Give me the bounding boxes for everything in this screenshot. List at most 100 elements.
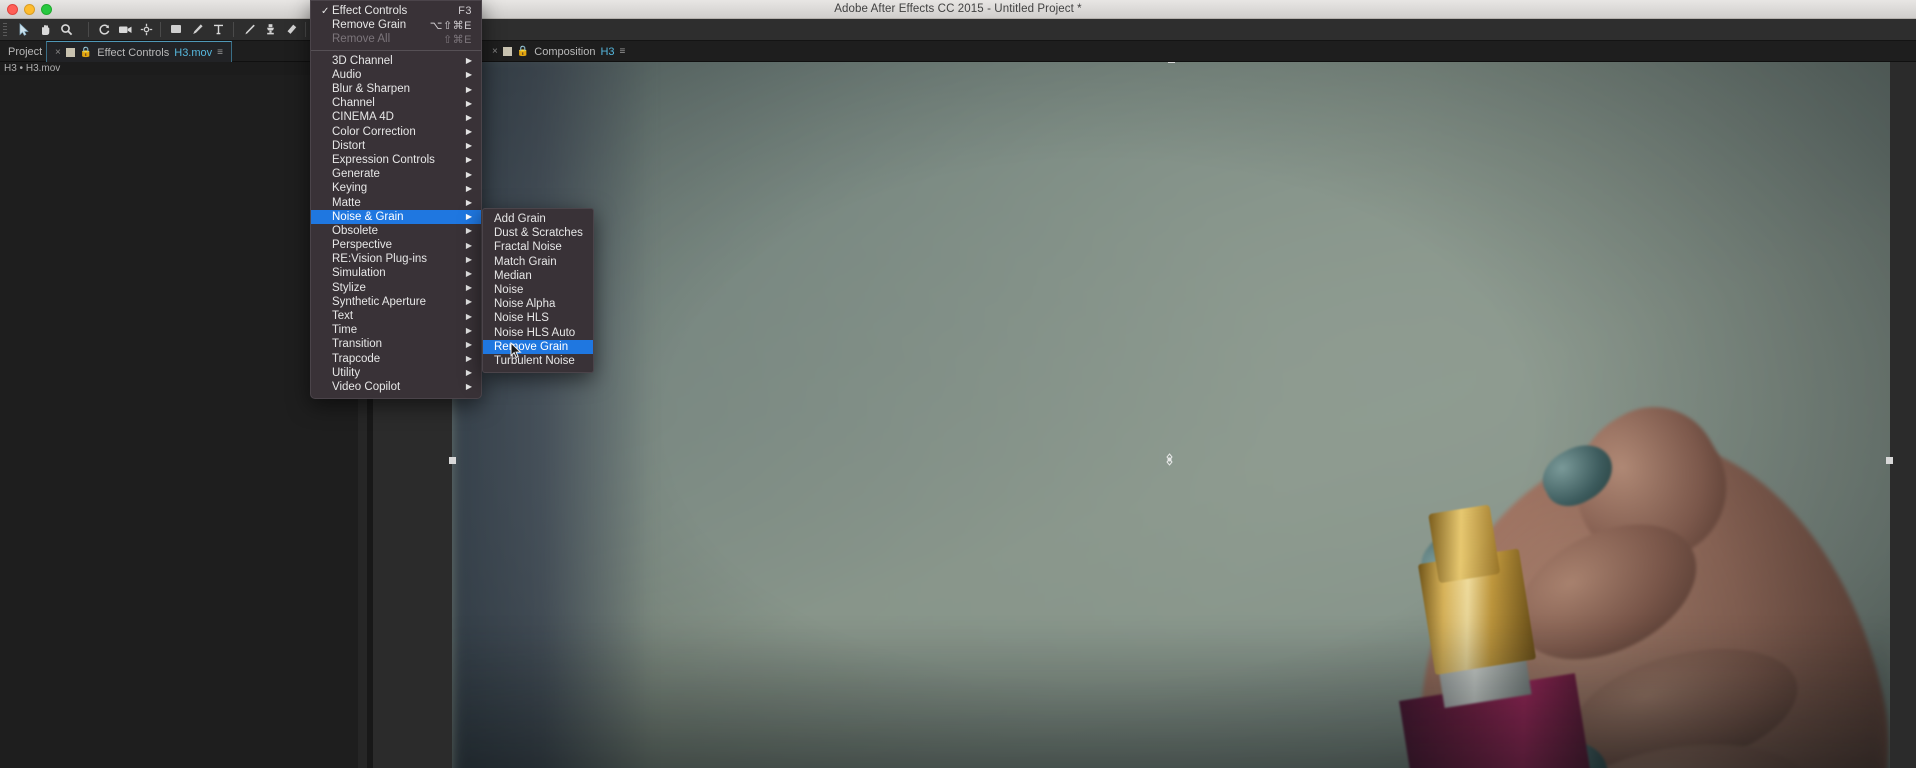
chevron-right-icon: ▶ xyxy=(465,56,472,66)
clone-stamp-tool[interactable] xyxy=(260,19,281,40)
menu-item-time[interactable]: Time ▶ xyxy=(311,323,481,337)
submenu-item-add-grain[interactable]: Add Grain xyxy=(483,212,593,226)
menu-item-generate[interactable]: Generate ▶ xyxy=(311,167,481,181)
tab-effect-controls[interactable]: × 🔒 Effect Controls H3.mov ≡ xyxy=(46,41,232,63)
panel-menu-icon[interactable]: ≡ xyxy=(217,47,223,58)
menu-item-remove-all: Remove All ⇧⌘E xyxy=(311,32,481,46)
menu-item-label: Remove All xyxy=(332,33,391,46)
comp-swatch xyxy=(502,47,512,56)
checkmark-icon: ✓ xyxy=(321,5,330,17)
chevron-right-icon: ▶ xyxy=(465,339,472,349)
submenu-item-fractal-noise[interactable]: Fractal Noise xyxy=(483,240,593,254)
menu-item-re-vision-plug-ins[interactable]: RE:Vision Plug-ins ▶ xyxy=(311,252,481,266)
menu-item-label: Remove Grain xyxy=(332,19,407,32)
camera-tool[interactable] xyxy=(115,19,136,40)
menu-item-remove-grain[interactable]: Remove Grain ⌥⇧⌘E xyxy=(311,18,481,32)
video-frame: WILD MADAGASCAR VANILLA xyxy=(452,62,1890,768)
menu-item-label: Generate xyxy=(332,168,380,181)
close-icon[interactable]: × xyxy=(492,46,498,57)
menu-item-text[interactable]: Text ▶ xyxy=(311,309,481,323)
menu-item-perspective[interactable]: Perspective ▶ xyxy=(311,238,481,252)
chevron-right-icon: ▶ xyxy=(465,183,472,193)
submenu-item-label: Median xyxy=(494,269,532,282)
submenu-item-noise-hls-auto[interactable]: Noise HLS Auto xyxy=(483,326,593,340)
menu-item-shortcut: F3 xyxy=(458,5,472,18)
menu-item-distort[interactable]: Distort ▶ xyxy=(311,139,481,153)
zoom-tool[interactable] xyxy=(56,19,77,40)
menu-item-noise-grain[interactable]: Noise & Grain ▶ xyxy=(311,209,481,224)
selection-handle-right[interactable] xyxy=(1886,457,1893,464)
menu-item-label: Expression Controls xyxy=(332,153,435,166)
menu-item-label: Audio xyxy=(332,68,362,81)
effect-menu[interactable]: ✓ Effect Controls F3 Remove Grain ⌥⇧⌘E Remove… xyxy=(310,0,482,400)
pan-behind-tool[interactable] xyxy=(136,19,157,40)
menu-item-audio[interactable]: Audio ▶ xyxy=(311,68,481,82)
menu-item-color-correction[interactable]: Color Correction ▶ xyxy=(311,125,481,139)
noise-and-grain-submenu[interactable]: Add Grain Dust & Scratches Fractal Noise Ma… xyxy=(482,208,594,374)
menu-item-obsolete[interactable]: Obsolete ▶ xyxy=(311,224,481,238)
selection-handle-left[interactable] xyxy=(449,457,456,464)
submenu-item-label: Fractal Noise xyxy=(494,241,562,254)
eraser-tool[interactable] xyxy=(281,19,302,40)
chevron-right-icon: ▶ xyxy=(465,226,472,236)
menu-item-keying[interactable]: Keying ▶ xyxy=(311,181,481,195)
bottom-shadow xyxy=(452,623,1890,768)
composition-canvas[interactable]: WILD MADAGASCAR VANILLA xyxy=(449,62,1893,768)
menu-item-3d-channel[interactable]: 3D Channel ▶ xyxy=(311,54,481,68)
submenu-item-label: Remove Grain xyxy=(494,340,569,353)
lock-icon[interactable]: 🔒 xyxy=(517,46,529,57)
submenu-item-noise[interactable]: Noise xyxy=(483,283,593,297)
menu-item-label: Stylize xyxy=(332,281,366,294)
menu-item-transition[interactable]: Transition ▶ xyxy=(311,337,481,351)
submenu-item-noise-hls[interactable]: Noise HLS xyxy=(483,311,593,325)
menu-item-label: Distort xyxy=(332,139,366,152)
close-icon[interactable]: × xyxy=(55,47,61,58)
menu-item-blur-sharpen[interactable]: Blur & Sharpen ▶ xyxy=(311,82,481,96)
pen-tool[interactable] xyxy=(187,19,208,40)
chevron-right-icon: ▶ xyxy=(465,325,472,335)
hand-tool[interactable] xyxy=(35,19,56,40)
tab-composition[interactable]: × 🔒 Composition H3 ≡ xyxy=(484,41,633,62)
menu-item-synthetic-aperture[interactable]: Synthetic Aperture ▶ xyxy=(311,295,481,309)
lock-icon[interactable]: 🔒 xyxy=(80,47,92,58)
selection-tool[interactable] xyxy=(14,19,35,40)
submenu-item-median[interactable]: Median xyxy=(483,269,593,283)
type-tool[interactable] xyxy=(208,19,229,40)
menu-item-cinema-4d[interactable]: CINEMA 4D ▶ xyxy=(311,110,481,124)
menu-item-utility[interactable]: Utility ▶ xyxy=(311,366,481,380)
chevron-right-icon: ▶ xyxy=(465,155,472,165)
composition-viewer[interactable]: WILD MADAGASCAR VANILLA xyxy=(373,62,1916,768)
panel-grip[interactable] xyxy=(3,23,7,37)
menu-item-simulation[interactable]: Simulation ▶ xyxy=(311,266,481,280)
submenu-item-dust-scratches[interactable]: Dust & Scratches xyxy=(483,226,593,240)
tab-project-label: Project xyxy=(8,45,43,58)
chevron-right-icon: ▶ xyxy=(465,268,472,278)
chevron-right-icon: ▶ xyxy=(465,112,472,122)
submenu-item-turbulent-noise[interactable]: Turbulent Noise xyxy=(483,354,593,368)
submenu-item-noise-alpha[interactable]: Noise Alpha xyxy=(483,297,593,311)
selection-handle-top[interactable] xyxy=(1168,62,1175,63)
layer-swatch xyxy=(65,48,75,57)
chevron-right-icon: ▶ xyxy=(465,368,472,378)
chevron-right-icon: ▶ xyxy=(465,297,472,307)
tab-project[interactable]: Project xyxy=(0,41,50,62)
tab-composition-item: H3 xyxy=(600,45,615,58)
anchor-point-marker[interactable] xyxy=(1163,453,1176,466)
menu-item-effect-controls[interactable]: ✓ Effect Controls F3 xyxy=(311,4,481,18)
submenu-item-label: Add Grain xyxy=(494,213,546,226)
menu-item-stylize[interactable]: Stylize ▶ xyxy=(311,281,481,295)
panel-menu-icon[interactable]: ≡ xyxy=(620,46,626,57)
menu-item-video-copilot[interactable]: Video Copilot ▶ xyxy=(311,380,481,394)
menu-item-label: Simulation xyxy=(332,267,386,280)
chevron-right-icon: ▶ xyxy=(465,141,472,151)
menu-item-matte[interactable]: Matte ▶ xyxy=(311,195,481,209)
menu-item-trapcode[interactable]: Trapcode ▶ xyxy=(311,352,481,366)
submenu-item-remove-grain[interactable]: Remove Grain xyxy=(483,339,593,354)
shape-tool[interactable] xyxy=(166,19,187,40)
menu-item-expression-controls[interactable]: Expression Controls ▶ xyxy=(311,153,481,167)
brush-tool[interactable] xyxy=(239,19,260,40)
menu-item-label: Synthetic Aperture xyxy=(332,295,426,308)
menu-item-channel[interactable]: Channel ▶ xyxy=(311,96,481,110)
rotation-tool[interactable] xyxy=(94,19,115,40)
submenu-item-match-grain[interactable]: Match Grain xyxy=(483,255,593,269)
